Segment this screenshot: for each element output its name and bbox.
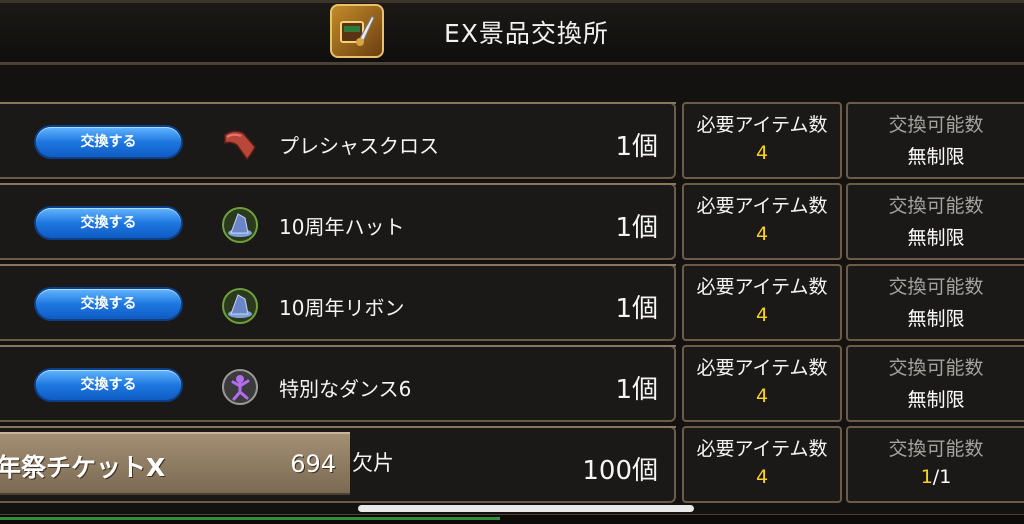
horizontal-scrollbar[interactable] <box>358 505 694 512</box>
item-quantity: 1個 <box>615 213 658 243</box>
page-title: EX景品交換所 <box>444 19 609 48</box>
exchange-limit-label: 交換可能数 <box>888 438 984 460</box>
exchange-limit-value: 無制限 <box>907 389 965 411</box>
required-items-label: 必要アイテム数 <box>696 438 828 460</box>
item-name: 10周年ハット <box>279 215 405 239</box>
hat-icon <box>221 206 259 244</box>
exchange-limit-value: 無制限 <box>907 308 965 330</box>
exchange-row: 交換する 特別なダンス6 1個 必要アイテム数 4 交換可能数 無制限 <box>0 345 1024 422</box>
item-name: プレシャスクロス <box>279 134 439 158</box>
exchange-limit-value: 1/1 <box>848 466 1024 488</box>
required-items-value: 4 <box>755 385 769 407</box>
ticket-name: 年祭チケットX <box>0 453 166 482</box>
required-items-cell: 必要アイテム数 4 <box>682 183 842 260</box>
header-top-border <box>0 0 1024 3</box>
required-items-cell: 必要アイテム数 4 <box>682 426 842 503</box>
header-bar: EX景品交換所 <box>0 0 1024 65</box>
exchange-limit-label: 交換可能数 <box>888 114 984 136</box>
exchange-limit-value: 無制限 <box>907 227 965 249</box>
item-quantity: 1個 <box>615 294 658 324</box>
item-quantity: 100個 <box>582 456 658 486</box>
exchange-limit-value: 無制限 <box>907 146 965 168</box>
exchange-row: 交換する 10周年ハット 1個 必要アイテム数 4 交換可能数 無制限 <box>0 183 1024 260</box>
required-items-value: 4 <box>755 466 769 488</box>
hat-icon <box>221 287 259 325</box>
required-items-cell: 必要アイテム数 4 <box>682 264 842 341</box>
exchange-limit-label: 交換可能数 <box>888 276 984 298</box>
limit-current: 1 <box>920 466 933 488</box>
required-items-label: 必要アイテム数 <box>696 114 828 136</box>
exchange-row: 交換する 10周年リボン 1個 必要アイテム数 4 交換可能数 無制限 <box>0 264 1024 341</box>
exchange-limit-cell: 交換可能数 無制限 <box>846 264 1024 341</box>
item-quantity: 1個 <box>615 132 658 162</box>
row-item-panel: 交換する 10周年リボン 1個 <box>0 264 676 341</box>
item-quantity: 1個 <box>615 375 658 405</box>
shop-treasure-icon <box>330 4 384 58</box>
required-items-label: 必要アイテム数 <box>696 195 828 217</box>
required-items-cell: 必要アイテム数 4 <box>682 102 842 179</box>
exchange-limit-label: 交換可能数 <box>888 357 984 379</box>
exchange-limit-cell: 交換可能数 無制限 <box>846 345 1024 422</box>
row-item-panel: 交換する プレシャスクロス 1個 <box>0 102 676 179</box>
item-name: 特別なダンス6 <box>279 377 412 401</box>
required-items-cell: 必要アイテム数 4 <box>682 345 842 422</box>
exchange-limit-label: 交換可能数 <box>888 195 984 217</box>
dance-icon <box>221 368 259 406</box>
exchange-limit-cell: 交換可能数 無制限 <box>846 183 1024 260</box>
exchange-limit-cell: 交換可能数 1/1 <box>846 426 1024 503</box>
row-item-panel: 交換する 10周年ハット 1個 <box>0 183 676 260</box>
limit-total: /1 <box>932 466 952 488</box>
required-items-label: 必要アイテム数 <box>696 276 828 298</box>
fragment-label: 欠片 <box>352 451 394 475</box>
exchange-button[interactable]: 交換する <box>36 208 181 238</box>
exchange-row: 交換する プレシャスクロス 1個 必要アイテム数 4 交換可能数 無制限 <box>0 102 1024 179</box>
progress-strip <box>0 517 500 520</box>
cloth-icon <box>221 125 259 163</box>
required-items-label: 必要アイテム数 <box>696 357 828 379</box>
exchange-button[interactable]: 交換する <box>36 370 181 400</box>
item-name: 10周年リボン <box>279 296 405 320</box>
required-items-value: 4 <box>755 142 769 164</box>
required-items-value: 4 <box>755 223 769 245</box>
exchange-button[interactable]: 交換する <box>36 127 181 157</box>
ticket-banner: 年祭チケットX 694 <box>0 432 350 495</box>
ticket-count: 694 <box>290 450 336 478</box>
row-item-panel: 交換する 特別なダンス6 1個 <box>0 345 676 422</box>
required-items-value: 4 <box>755 304 769 326</box>
exchange-button[interactable]: 交換する <box>36 289 181 319</box>
exchange-limit-cell: 交換可能数 無制限 <box>846 102 1024 179</box>
